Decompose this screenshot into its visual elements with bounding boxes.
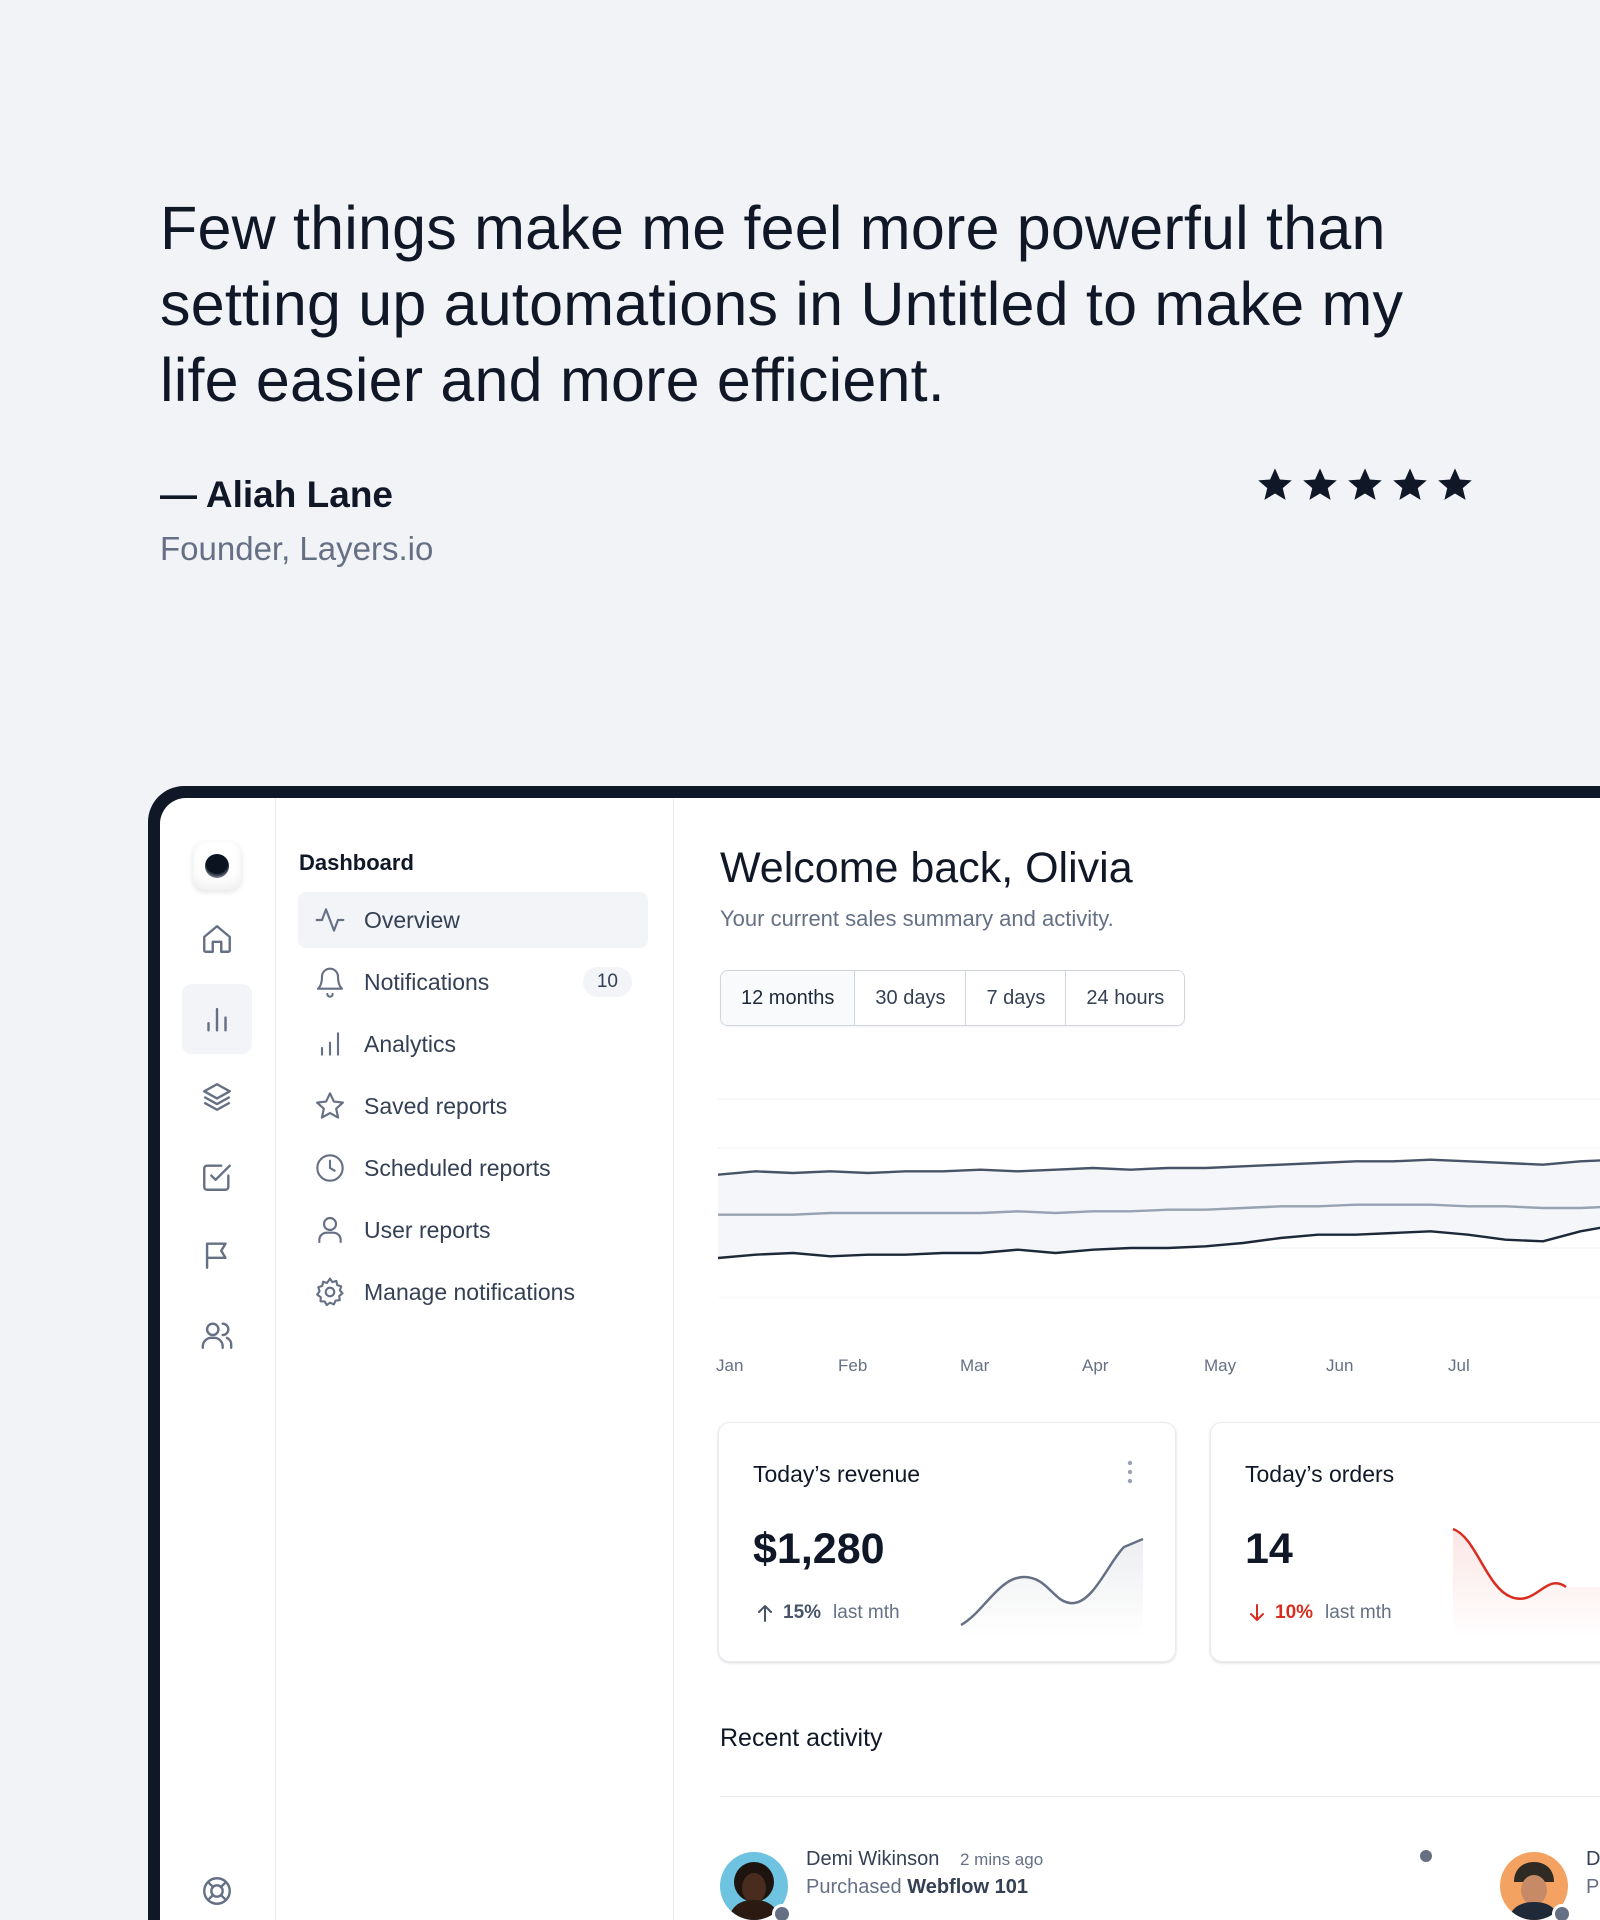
nav-item-user-reports[interactable]: User reports [298, 1202, 648, 1258]
rail-tasks-button[interactable] [182, 1142, 252, 1212]
flag-icon [205, 1242, 227, 1269]
user-icon [318, 1216, 342, 1244]
nav-label: Overview [364, 906, 460, 933]
dashboard-screen: Dashboard Overview Notifications 10 Anal… [160, 798, 1600, 1920]
nav-label: Notifications [364, 968, 490, 995]
rail-flag-button[interactable] [182, 1220, 252, 1290]
x-tick-label: Jun [1326, 1356, 1354, 1375]
rail-support-button[interactable] [182, 1856, 252, 1920]
activity-time: 2 mins ago [960, 1850, 1044, 1869]
nav-item-manage-notifications[interactable]: Manage notifications [298, 1264, 648, 1320]
nav-label: Analytics [364, 1030, 457, 1057]
nav-item-notifications[interactable]: Notifications 10 [298, 954, 648, 1010]
tab-12-months[interactable]: 12 months [721, 971, 856, 1025]
main-content: Welcome back, Olivia Your current sales … [674, 798, 1600, 1920]
tab-7-days[interactable]: 7 days [966, 971, 1067, 1025]
revenue-card: Today’s revenue $1,280 15% last mth [718, 1422, 1176, 1662]
chart-area-band [718, 1159, 1600, 1258]
delta-value: 15% [783, 1602, 822, 1623]
clock-icon [316, 1154, 344, 1182]
tab-24-hours[interactable]: 24 hours [1066, 971, 1185, 1025]
x-tick-label: Feb [838, 1356, 868, 1375]
nav-label: Scheduled reports [364, 1154, 551, 1181]
users-icon [201, 1322, 233, 1349]
card-title: Today’s orders [1245, 1461, 1395, 1487]
layers-icon [203, 1083, 231, 1111]
rail-home-button[interactable] [182, 904, 252, 974]
star-icon [316, 1092, 344, 1119]
card-delta: 10% last mth [1245, 1601, 1392, 1625]
star-rating [1256, 466, 1474, 504]
star-icon [1393, 468, 1427, 500]
delta-label: last mth [833, 1602, 900, 1623]
card-value: 14 [1245, 1525, 1293, 1573]
online-status-dot [772, 1904, 792, 1920]
secondary-nav: Dashboard Overview Notifications 10 Anal… [276, 798, 674, 1920]
star-icon [1303, 468, 1337, 500]
settings-icon [316, 1277, 344, 1307]
nav-label: Saved reports [364, 1092, 508, 1119]
activity-description: Purchased Webflow 101 [806, 1876, 1028, 1898]
star-icon [1438, 468, 1472, 500]
bell-icon [316, 967, 344, 998]
nav-item-overview[interactable]: Overview [298, 892, 648, 948]
card-value: $1,280 [753, 1525, 885, 1573]
arrow-up-icon [758, 1605, 772, 1622]
sales-line-chart [718, 1098, 1600, 1298]
x-tick-label: Jul [1448, 1356, 1470, 1375]
more-vertical-icon[interactable] [1125, 1459, 1135, 1485]
delta-label: last mth [1325, 1602, 1392, 1623]
activity-user-name: Demi Wikinson [806, 1848, 940, 1870]
rail-analytics-button[interactable] [182, 984, 252, 1054]
card-title: Today’s revenue [753, 1461, 921, 1487]
rail-users-button[interactable] [182, 1300, 252, 1370]
section-divider [720, 1796, 1600, 1797]
tab-30-days[interactable]: 30 days [855, 971, 967, 1025]
online-status-dot [1552, 1904, 1572, 1920]
revenue-sparkline [960, 1537, 1144, 1637]
activity-icon [315, 908, 345, 932]
recent-activity-title: Recent activity [720, 1724, 883, 1752]
activity-description: Pur [1586, 1876, 1600, 1898]
time-range-tabs: 12 months 30 days 7 days 24 hours [720, 970, 1186, 1026]
device-frame: Dashboard Overview Notifications 10 Anal… [148, 786, 1600, 1920]
unread-indicator [1420, 1850, 1432, 1862]
check-square-icon [203, 1164, 231, 1191]
notification-count-badge: 10 [582, 967, 632, 997]
testimonial-author: — Aliah Lane [160, 474, 394, 515]
nav-item-analytics[interactable]: Analytics [298, 1016, 648, 1072]
icon-rail [160, 798, 276, 1920]
star-icon [1348, 468, 1382, 500]
page-subtitle: Your current sales summary and activity. [720, 906, 1114, 931]
activity-user-name: Dre [1586, 1848, 1600, 1870]
home-icon [203, 925, 231, 953]
orders-card: Today’s orders 14 10% last mth [1210, 1422, 1600, 1662]
nav-label: Manage notifications [364, 1278, 575, 1305]
subnav-title: Dashboard [299, 850, 414, 875]
nav-item-scheduled-reports[interactable]: Scheduled reports [298, 1140, 648, 1196]
x-tick-label: Jan [716, 1356, 744, 1375]
x-tick-label: May [1204, 1356, 1237, 1375]
star-icon [1258, 468, 1292, 500]
life-buoy-icon [203, 1877, 231, 1905]
arrow-down-icon [1250, 1604, 1264, 1621]
testimonial-quote: Few things make me feel more powerful th… [160, 194, 1404, 414]
nav-item-saved-reports[interactable]: Saved reports [298, 1078, 648, 1134]
delta-value: 10% [1275, 1602, 1314, 1623]
app-logo[interactable] [193, 842, 241, 890]
testimonial-role: Founder, Layers.io [160, 530, 434, 567]
card-delta: 15% last mth [753, 1601, 900, 1625]
nav-label: User reports [364, 1216, 491, 1243]
page-title: Welcome back, Olivia [720, 844, 1133, 892]
x-tick-label: Apr [1082, 1356, 1109, 1375]
bar-chart-icon [320, 1032, 340, 1056]
bar-chart-icon [207, 1007, 227, 1032]
rail-layers-button[interactable] [182, 1062, 252, 1132]
x-tick-label: Mar [960, 1356, 990, 1375]
orders-sparkline [1452, 1527, 1600, 1637]
